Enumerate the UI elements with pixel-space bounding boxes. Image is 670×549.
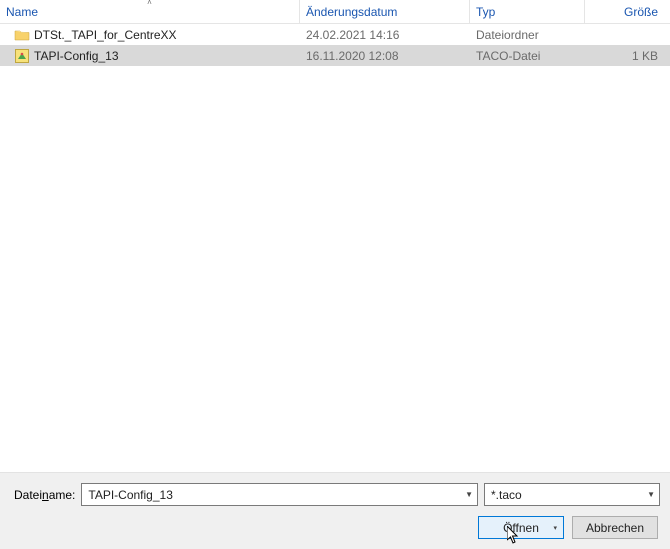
folder-icon: [14, 27, 30, 43]
filename-input[interactable]: TAPI-Config_13 ▼: [81, 483, 478, 506]
config-file-icon: [14, 48, 30, 64]
filename-label: Dateiname:: [10, 488, 75, 502]
file-type-filter[interactable]: *.taco ▼: [484, 483, 660, 506]
sort-asc-icon: ˄: [147, 0, 152, 6]
filter-value: *.taco: [491, 488, 522, 502]
item-size: [585, 24, 670, 45]
item-type: TACO-Datei: [470, 45, 585, 66]
header-name-label: Name: [6, 5, 38, 19]
dialog-footer: Dateiname: TAPI-Config_13 ▼ *.taco ▼ Öff…: [0, 472, 670, 549]
cancel-label: Abbrechen: [586, 521, 644, 535]
open-label: Öffnen: [503, 521, 539, 535]
item-date: 24.02.2021 14:16: [300, 24, 470, 45]
file-open-dialog: Name ˄ Änderungsdatum Typ Größe DTSt._TA…: [0, 0, 670, 549]
header-type[interactable]: Typ: [470, 0, 585, 23]
header-size-label: Größe: [624, 5, 658, 19]
filename-value: TAPI-Config_13: [88, 488, 173, 502]
header-size[interactable]: Größe: [585, 0, 670, 23]
header-type-label: Typ: [476, 5, 495, 19]
item-size: 1 KB: [585, 45, 670, 66]
cancel-button[interactable]: Abbrechen: [572, 516, 658, 539]
column-headers: Name ˄ Änderungsdatum Typ Größe: [0, 0, 670, 24]
list-item[interactable]: TAPI-Config_13 16.11.2020 12:08 TACO-Dat…: [0, 45, 670, 66]
header-date[interactable]: Änderungsdatum: [300, 0, 470, 23]
header-name[interactable]: Name ˄: [0, 0, 300, 23]
item-name: TAPI-Config_13: [34, 49, 119, 63]
header-date-label: Änderungsdatum: [306, 5, 397, 19]
item-type: Dateiordner: [470, 24, 585, 45]
list-item[interactable]: DTSt._TAPI_for_CentreXX 24.02.2021 14:16…: [0, 24, 670, 45]
item-name: DTSt._TAPI_for_CentreXX: [34, 28, 177, 42]
chevron-down-icon: ▼: [641, 490, 655, 499]
open-button[interactable]: Öffnen ▾: [478, 516, 564, 539]
split-caret-icon: ▾: [553, 524, 557, 532]
file-list[interactable]: DTSt._TAPI_for_CentreXX 24.02.2021 14:16…: [0, 24, 670, 472]
item-date: 16.11.2020 12:08: [300, 45, 470, 66]
chevron-down-icon: ▼: [459, 490, 473, 499]
